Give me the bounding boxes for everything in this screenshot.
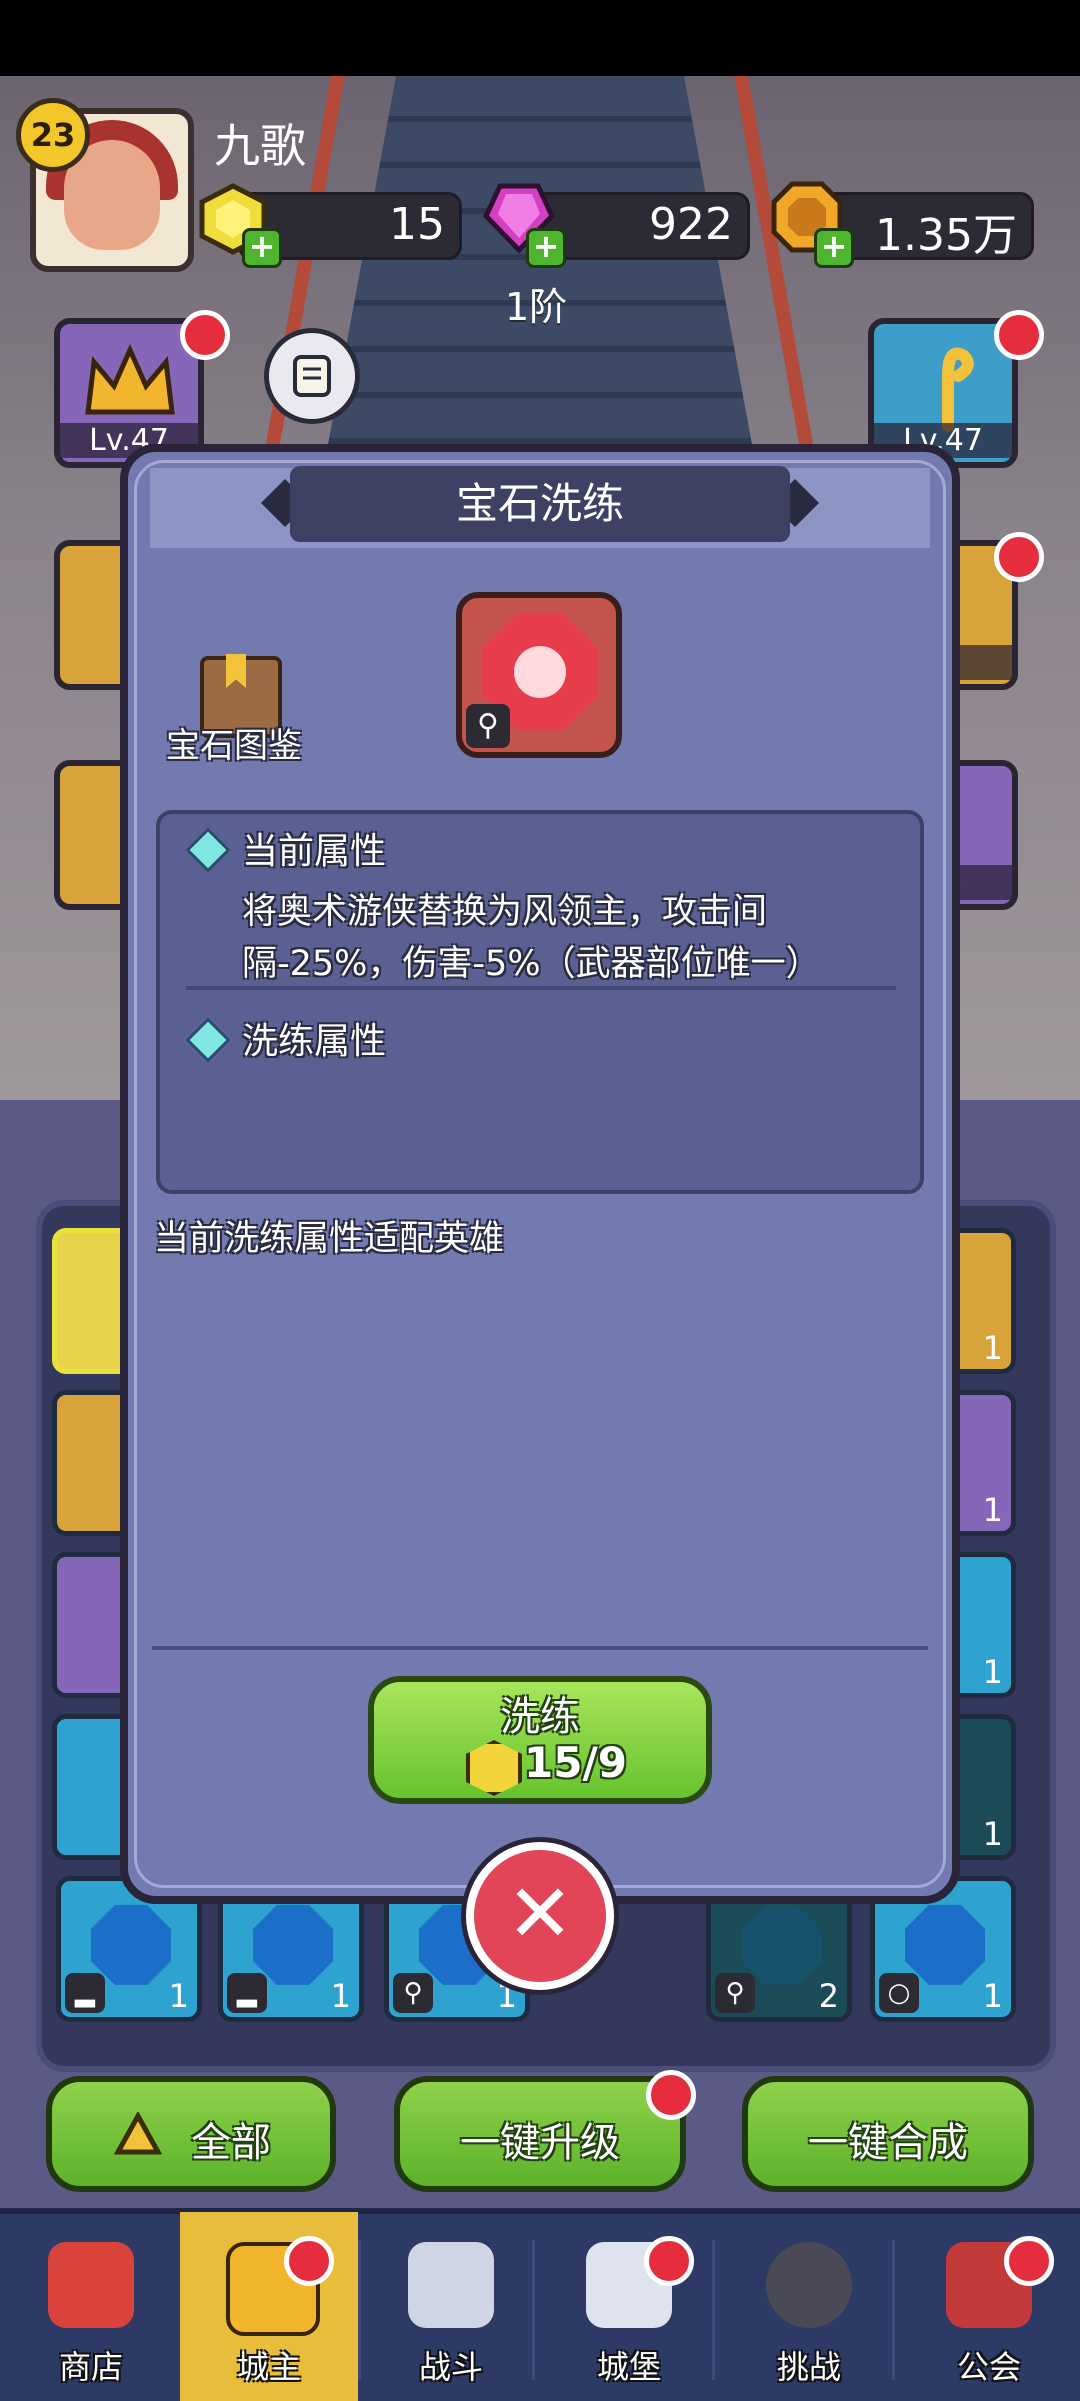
- scroll-icon[interactable]: [264, 328, 360, 424]
- nav-separator: [358, 2240, 361, 2380]
- nav-castle[interactable]: 城堡: [540, 2212, 718, 2401]
- tier-label: 1阶: [505, 285, 568, 329]
- hero-fit-text: 当前洗练属性适配英雄: [154, 1219, 505, 1259]
- add-gems-button[interactable]: +: [526, 228, 566, 268]
- dialog-title: 宝石洗练: [455, 479, 624, 528]
- dialog-divider: [152, 1646, 928, 1650]
- nav-battle[interactable]: 战斗: [362, 2212, 540, 2401]
- player-level-badge: 23: [16, 98, 90, 172]
- nav-castle-alert-dot: [644, 2236, 694, 2286]
- merge-all-label: 一键合成: [808, 2120, 968, 2166]
- player-name: 九歌: [214, 119, 306, 173]
- refine-button-label: 洗练: [500, 1694, 580, 1740]
- nav-separator: [532, 2240, 535, 2380]
- selected-gem-slot: ⚲: [456, 592, 622, 758]
- weapon-type-icon: ⚲: [466, 704, 510, 748]
- nav-separator: [712, 2240, 715, 2380]
- boot-icon: ▂: [65, 1973, 105, 2013]
- filter-all-button[interactable]: 全部: [46, 2076, 336, 2192]
- nav-separator: [892, 2240, 895, 2380]
- crown-slot-alert-dot: [180, 310, 230, 360]
- ring-icon: ○: [879, 1973, 919, 2013]
- filter-all-label: 全部: [191, 2120, 271, 2166]
- coin-value: 1.35万: [875, 210, 1017, 261]
- blue-gem-icon: [91, 1905, 171, 1985]
- current-attr-title: 当前属性: [242, 831, 387, 872]
- nav-shop-label: 商店: [58, 2348, 123, 2386]
- nav-battle-label: 战斗: [418, 2348, 483, 2386]
- blue-gem-icon: [253, 1905, 333, 1985]
- current-attr-text: 将奥术游侠替换为风领主，攻击间隔-25%，伤害-5%（武器部位唯一）: [242, 892, 821, 984]
- refine-attr-title: 洗练属性: [242, 1021, 387, 1062]
- item-count: 2: [818, 1977, 839, 2015]
- upgrade-all-label: 一键升级: [460, 2120, 620, 2166]
- close-icon: ✕: [506, 1867, 574, 1960]
- item-count: 1: [982, 1491, 1003, 1529]
- nav-guild[interactable]: 公会: [900, 2212, 1078, 2401]
- blue-gem-icon: [741, 1905, 821, 1985]
- status-bar: [0, 0, 1080, 76]
- item-count: 1: [982, 1329, 1003, 1367]
- ring-slot-alert-dot: [994, 532, 1044, 582]
- gem-codex-label[interactable]: 宝石图鉴: [166, 718, 302, 767]
- upgrade-alert-dot: [646, 2070, 696, 2120]
- nav-lord-alert-dot: [284, 2236, 334, 2286]
- item-count: 1: [982, 1977, 1003, 2015]
- demon-icon: [766, 2242, 852, 2328]
- nav-shop[interactable]: 商店: [2, 2212, 180, 2401]
- staff-icon: ⚲: [393, 1973, 433, 2013]
- item-count: 1: [168, 1977, 189, 2015]
- add-energy-button[interactable]: +: [242, 228, 282, 268]
- upgrade-all-button[interactable]: 一键升级: [394, 2076, 686, 2192]
- nav-lord[interactable]: 城主: [180, 2212, 358, 2401]
- nav-guild-label: 公会: [956, 2348, 1021, 2386]
- gem-value: 922: [649, 199, 733, 250]
- energy-value: 15: [389, 199, 445, 250]
- item-count: 1: [982, 1815, 1003, 1853]
- nav-lord-label: 城主: [236, 2348, 301, 2386]
- refine-cost: 15/9: [524, 1738, 628, 1787]
- crossed-swords-icon: [408, 2242, 494, 2328]
- attr-divider: [186, 986, 896, 990]
- gem-swirl: [514, 646, 566, 698]
- boot-icon: ▂: [227, 1973, 267, 2013]
- item-count: 1: [330, 1977, 351, 2015]
- shop-icon: [48, 2242, 134, 2328]
- staff-icon: ⚲: [715, 1973, 755, 2013]
- add-coins-button[interactable]: +: [814, 228, 854, 268]
- nav-challenge[interactable]: 挑战: [720, 2212, 898, 2401]
- nav-guild-alert-dot: [1004, 2236, 1054, 2286]
- blue-gem-icon: [905, 1905, 985, 1985]
- merge-all-button[interactable]: 一键合成: [742, 2076, 1034, 2192]
- nav-castle-label: 城堡: [596, 2348, 661, 2386]
- close-dialog-button[interactable]: ✕: [466, 1842, 614, 1990]
- nav-challenge-label: 挑战: [776, 2348, 841, 2386]
- staff-slot-alert-dot: [994, 310, 1044, 360]
- item-count: 1: [982, 1653, 1003, 1691]
